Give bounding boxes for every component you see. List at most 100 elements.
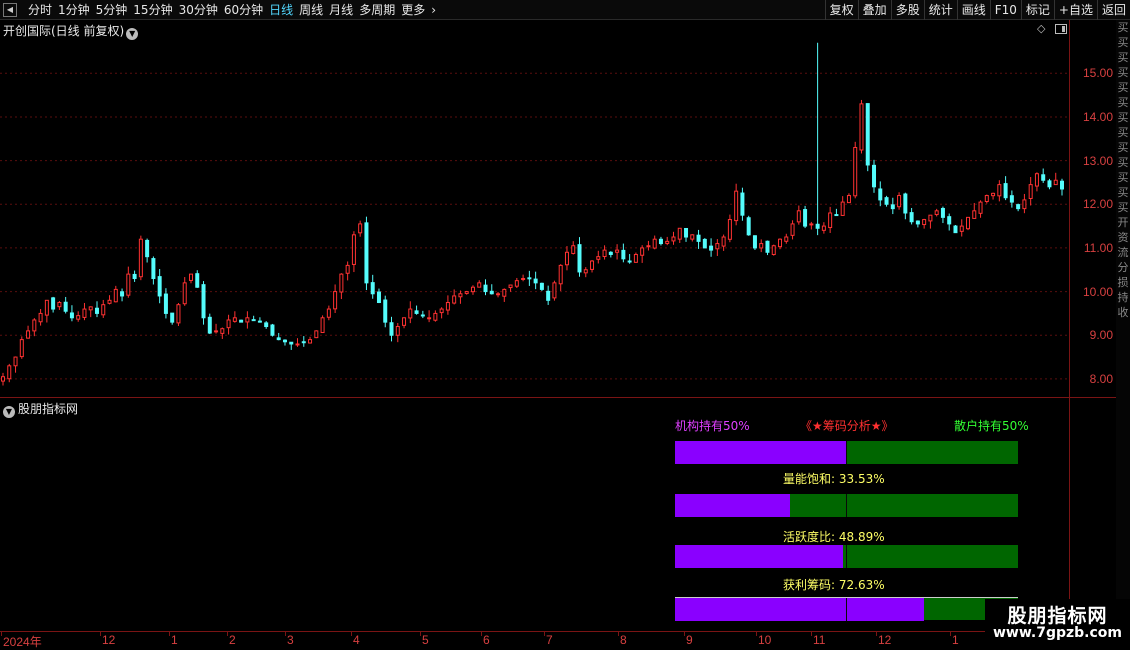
candle-body: [170, 312, 175, 323]
candle-body: [571, 245, 576, 254]
chart-title-text: 开创国际(日线 前复权): [3, 24, 125, 38]
toolbar-button-8[interactable]: 返回: [1096, 0, 1130, 20]
candle-body: [596, 256, 601, 260]
candle-body: [38, 312, 43, 323]
tab-4[interactable]: 30分钟: [177, 0, 222, 20]
side-panel-glyph: 开: [1117, 216, 1129, 229]
tab-3[interactable]: 15分钟: [131, 0, 176, 20]
chip-bar-volume: [675, 494, 1018, 517]
candle-body: [257, 320, 262, 323]
toolbar-button-2[interactable]: 多股: [890, 0, 924, 20]
kline-panel[interactable]: 开创国际(日线 前复权) ▼ ◇: [0, 20, 1070, 397]
indicator-panel[interactable]: ▼ 股朋指标网 机构持有50% 《★筹码分析★》 散户持有50% 量能饱和: 33…: [0, 398, 1070, 631]
toolbar-button-3[interactable]: 统计: [923, 0, 957, 20]
candle-body: [151, 258, 156, 279]
activity-ratio: 活跃度比: 48.89%: [783, 528, 885, 545]
candle-body: [232, 317, 237, 322]
candle-body: [120, 291, 125, 297]
candle-body: [790, 223, 795, 236]
toolbar-button-4[interactable]: 画线: [956, 0, 990, 20]
toolbar-button-5[interactable]: F10: [989, 0, 1021, 20]
date-tick-label: 6: [483, 633, 490, 647]
candle-body: [132, 273, 137, 279]
tab-0[interactable]: 分时: [26, 0, 56, 20]
date-tick: [618, 632, 619, 636]
arrow-left-icon: ◀: [6, 5, 14, 14]
candle-body: [940, 207, 945, 218]
candle-body: [1016, 204, 1021, 210]
right-side-panel-strip[interactable]: 买买买买买买买买买买买买买开资流分损持收: [1116, 20, 1130, 632]
candle-body: [76, 315, 81, 320]
candle-body: [690, 234, 695, 240]
candle-body: [558, 264, 563, 285]
tab-9[interactable]: 多周期: [357, 0, 399, 20]
tab-8[interactable]: 月线: [327, 0, 357, 20]
candle-body: [715, 243, 720, 250]
candle-body: [182, 282, 187, 305]
candle-body: [63, 301, 68, 312]
candle-body: [464, 291, 469, 294]
prev-button[interactable]: ◀: [3, 3, 17, 17]
chip-bar-fill: [675, 598, 925, 621]
chevron-right-icon[interactable]: ›: [429, 0, 440, 20]
period-tabs: 分时 1分钟 5分钟 15分钟 30分钟 60分钟 日线 周线 月线 多周期 更多 ›: [26, 0, 440, 20]
candle-body: [351, 234, 356, 265]
candle-body: [853, 147, 858, 197]
candle-body: [846, 195, 851, 204]
candle-body: [1, 376, 5, 382]
candle-body: [88, 306, 93, 311]
candle-body: [364, 222, 369, 284]
chevron-down-icon[interactable]: ▼: [126, 28, 139, 40]
candle-body: [289, 341, 294, 345]
candle-body: [608, 251, 613, 255]
panel-toggle-icon[interactable]: [1055, 24, 1067, 34]
candle-body: [101, 304, 106, 316]
candle-body: [928, 214, 933, 222]
candle-body: [665, 240, 670, 244]
candle-body: [972, 210, 977, 219]
candle-body: [633, 253, 638, 263]
candle-body: [740, 192, 745, 216]
candle-body: [427, 317, 432, 320]
candle-body: [1009, 195, 1014, 203]
candle-body: [44, 299, 49, 316]
diamond-icon[interactable]: ◇: [1037, 22, 1045, 35]
candle-body: [859, 103, 864, 151]
tab-1[interactable]: 1分钟: [56, 0, 94, 20]
tab-5[interactable]: 60分钟: [222, 0, 267, 20]
chevron-down-icon[interactable]: ▼: [3, 406, 15, 418]
date-axis: 2024年 12 1 2 3 4 5 6 7 8 9 10 11 12 1: [0, 631, 1116, 650]
price-tick: 13.00: [1082, 153, 1113, 168]
chip-bar-midline: [846, 494, 847, 517]
candle-body: [163, 293, 168, 314]
candle-body: [458, 293, 463, 298]
volume-saturation: 量能饱和: 33.53%: [783, 470, 885, 487]
date-tick: [169, 632, 170, 636]
toolbar-button-0[interactable]: 复权: [824, 0, 858, 20]
top-toolbar: ◀ 分时 1分钟 5分钟 15分钟 30分钟 60分钟 日线 周线 月线 多周期 更多 › 复权 叠加多…: [0, 0, 1130, 20]
tab-7[interactable]: 周线: [297, 0, 327, 20]
candle-body: [470, 286, 475, 293]
candle-body: [314, 330, 319, 339]
toolbar-button-1[interactable]: 叠加: [857, 0, 891, 20]
side-panel-glyph: 买: [1117, 201, 1129, 214]
candle-body: [326, 308, 331, 318]
tab-6[interactable]: 日线: [267, 0, 297, 20]
toolbar-button-7[interactable]: +自选: [1053, 0, 1097, 20]
side-panel-glyph: 持: [1117, 291, 1129, 304]
tab-2[interactable]: 5分钟: [94, 0, 132, 20]
candle-body: [138, 238, 143, 278]
tab-10[interactable]: 更多: [399, 0, 429, 20]
side-panel-glyph: 买: [1117, 186, 1129, 199]
date-tick-label: 2024年: [3, 635, 42, 649]
date-tick-label: 3: [287, 633, 294, 647]
toolbar-button-6[interactable]: 标记: [1020, 0, 1054, 20]
date-tick-label: 9: [686, 633, 693, 647]
candle-body: [539, 282, 544, 290]
candle-body: [752, 235, 757, 249]
candle-body: [577, 244, 582, 273]
candle-body: [1047, 180, 1052, 188]
candle-body: [784, 236, 789, 242]
institution-label: 机构持有50%: [675, 419, 750, 433]
candle-body: [414, 310, 419, 314]
